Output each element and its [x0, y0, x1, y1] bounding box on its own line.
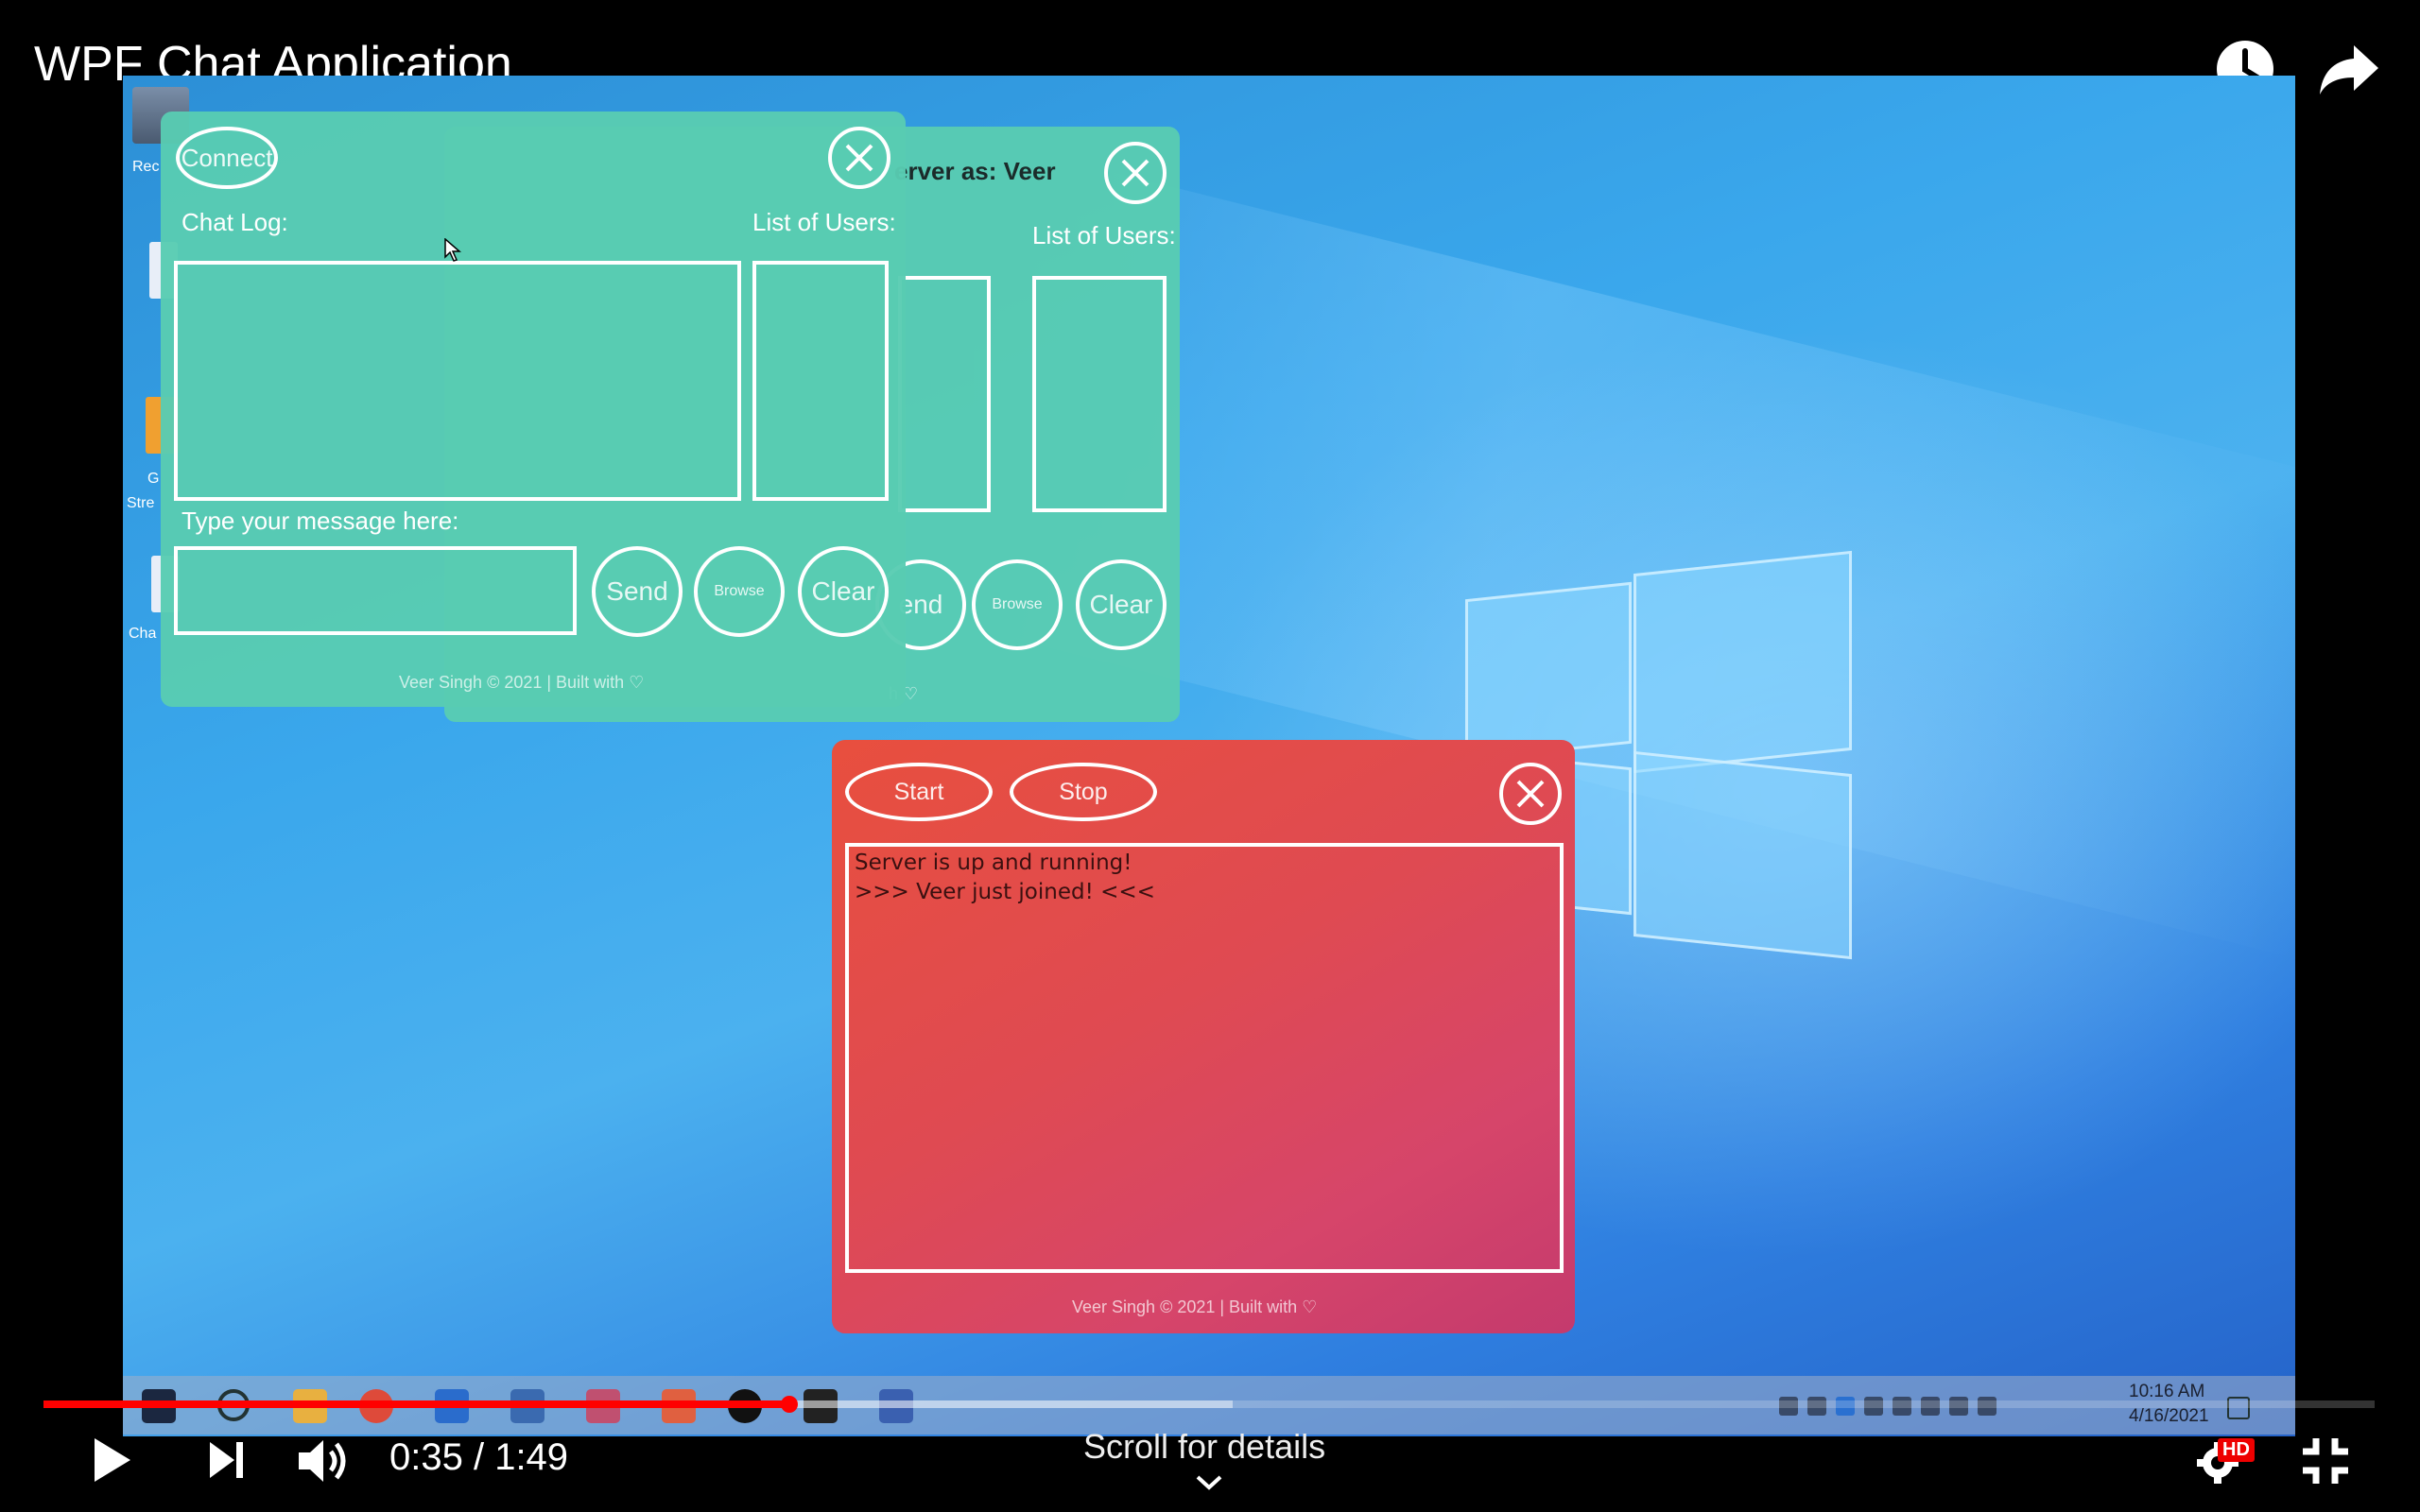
volume-icon[interactable] [295, 1435, 354, 1487]
message-label: Type your message here: [182, 507, 459, 535]
send-button[interactable]: Send [592, 546, 683, 637]
desktop-icon-label: Cha [129, 626, 157, 642]
chat-log-label: Chat Log: [182, 208, 288, 236]
close-icon [1516, 780, 1545, 808]
hd-badge: HD [2218, 1438, 2255, 1462]
next-icon[interactable] [206, 1438, 248, 1482]
users-list-box[interactable] [1032, 276, 1167, 512]
connect-button[interactable]: Connect [176, 127, 278, 189]
footer-text: Veer Singh © 2021 | Built with ♡ [399, 673, 645, 692]
share-icon[interactable] [2316, 36, 2382, 102]
log-line: Server is up and running! [855, 850, 1132, 875]
mouse-cursor-icon [444, 238, 461, 262]
window-title: erver as: Veer [894, 157, 1056, 185]
close-button[interactable] [1499, 763, 1562, 825]
tray-time[interactable]: 10:16 AM [2129, 1382, 2204, 1402]
chat-log-box [898, 276, 991, 512]
server-window[interactable]: Start Stop Server is up and running! >>>… [832, 740, 1575, 1333]
log-line: >>> Veer just joined! <<< [855, 880, 1155, 904]
close-icon [845, 144, 873, 172]
tray-date[interactable]: 4/16/2021 [2129, 1406, 2209, 1427]
footer-text: Veer Singh © 2021 | Built with ♡ [1072, 1297, 1318, 1316]
progress-played [43, 1400, 790, 1408]
users-label: List of Users: [752, 208, 896, 236]
desktop-icon-label: G [147, 471, 160, 487]
start-button[interactable]: Start [845, 763, 993, 821]
close-icon [1121, 159, 1150, 187]
clear-button[interactable]: Clear [798, 546, 889, 637]
scroll-hint[interactable]: Scroll for details [1083, 1427, 1325, 1467]
users-label: List of Users: [1032, 221, 1176, 249]
time-display: 0:35 / 1:49 [389, 1436, 569, 1478]
desktop-icon-label: Rec [132, 159, 160, 175]
progress-scrubber[interactable] [781, 1396, 799, 1413]
close-button[interactable] [1104, 142, 1167, 204]
browse-button[interactable]: Browse [972, 559, 1063, 650]
close-button[interactable] [828, 127, 890, 189]
exit-fullscreen-icon[interactable] [2299, 1435, 2352, 1487]
play-icon[interactable] [91, 1435, 134, 1486]
server-log: Server is up and running! >>> Veer just … [845, 843, 1564, 1273]
message-input[interactable] [174, 546, 577, 635]
clear-button[interactable]: Clear [1076, 559, 1167, 650]
users-list-box[interactable] [752, 261, 889, 501]
desktop-icon-label: Stre [127, 495, 155, 511]
chevron-down-icon[interactable] [1195, 1474, 1223, 1491]
chat-log-box [174, 261, 741, 501]
browse-button[interactable]: Browse [694, 546, 785, 637]
stop-button[interactable]: Stop [1010, 763, 1157, 821]
client-window-front[interactable]: Connect Chat Log: List of Users: Type yo… [161, 112, 906, 707]
